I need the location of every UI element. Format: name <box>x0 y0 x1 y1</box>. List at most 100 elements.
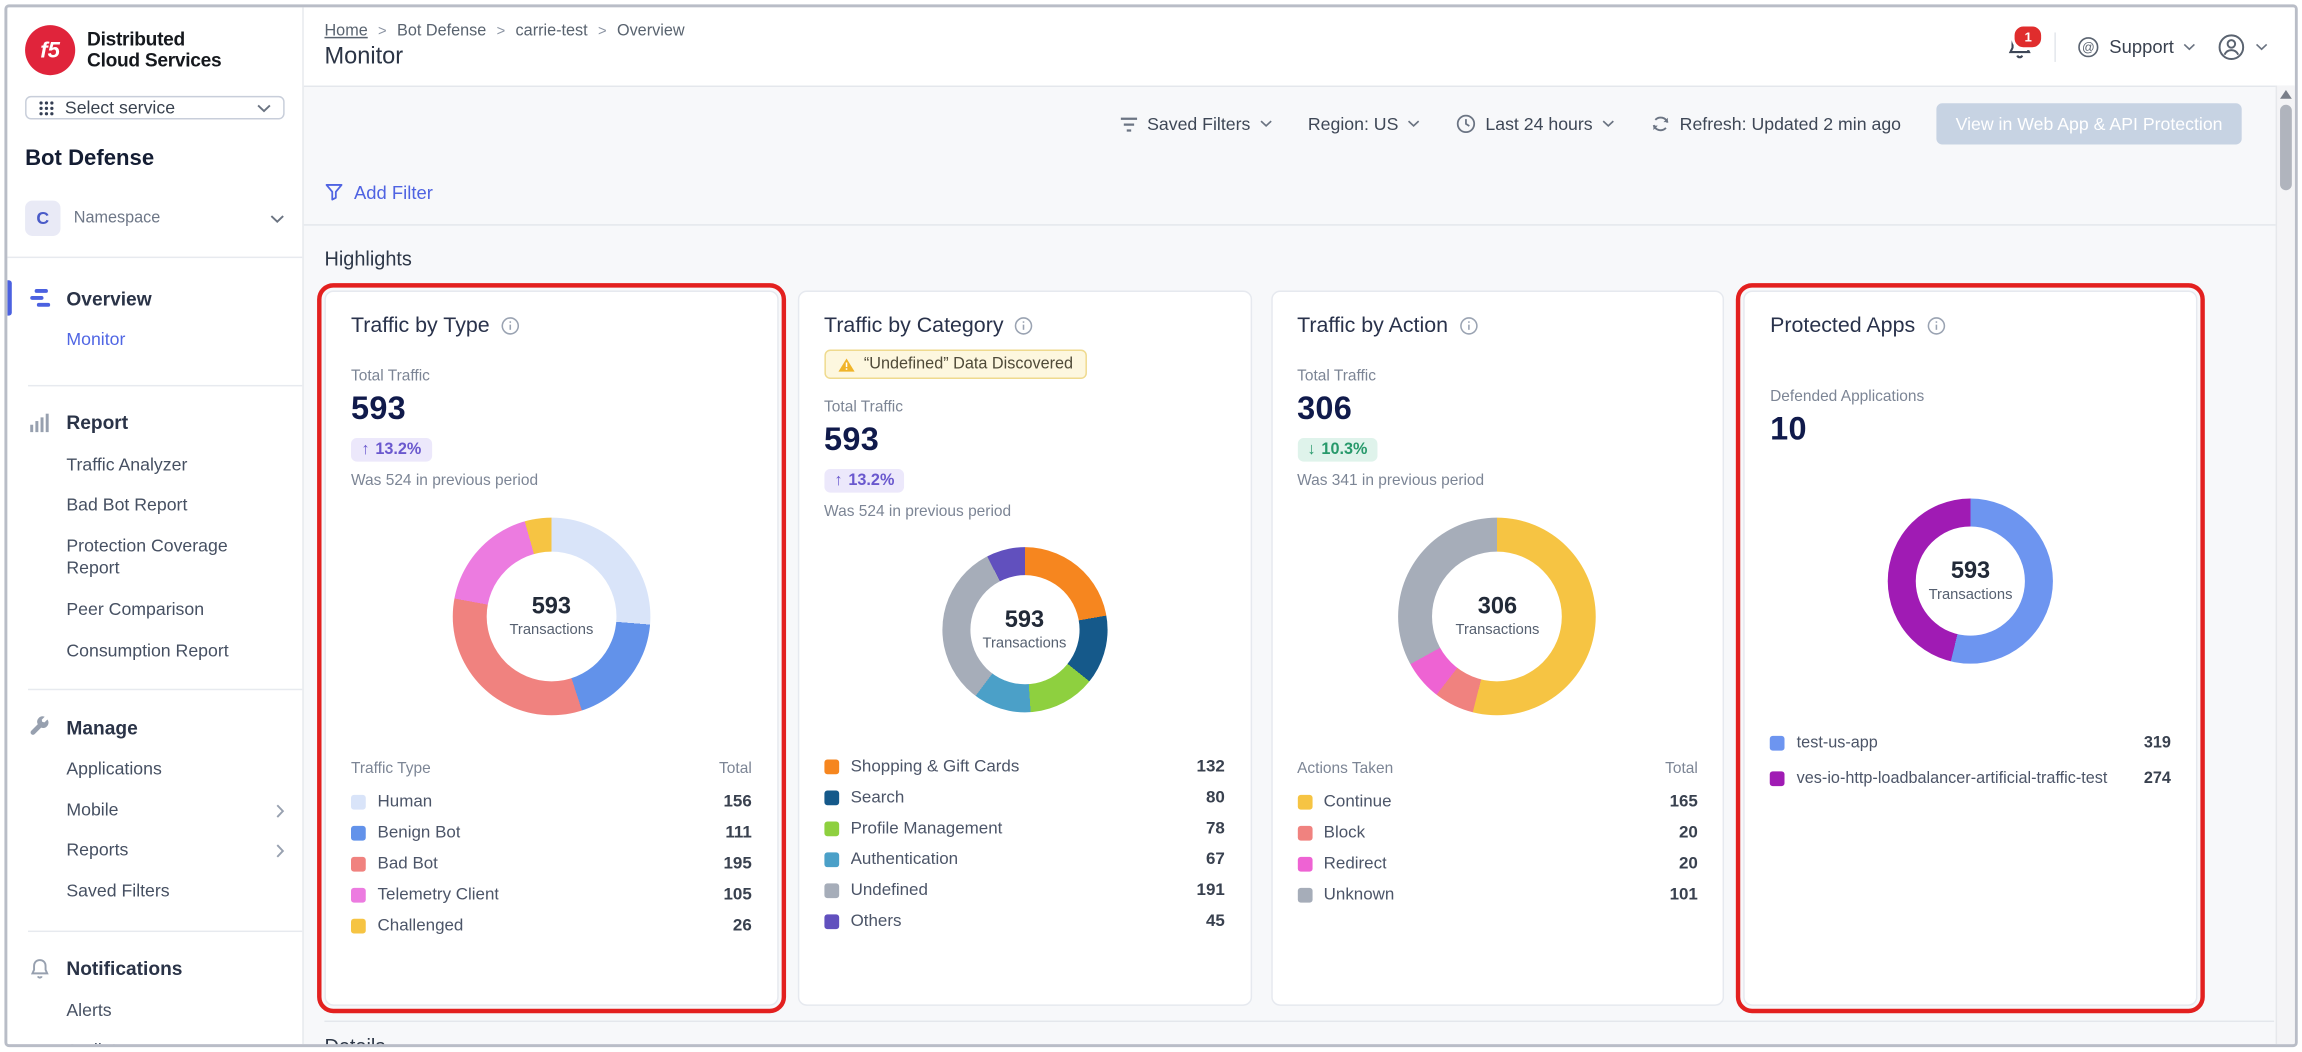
legend-item[interactable]: Challenged26 <box>351 910 752 941</box>
sidebar-item-peer-comparison[interactable]: Peer Comparison <box>7 590 302 631</box>
card-title: Traffic by Category <box>824 314 1003 338</box>
legend-label: Shopping & Gift Cards <box>851 757 1020 775</box>
region-dropdown[interactable]: Region: US <box>1308 114 1421 135</box>
legend-value: 105 <box>723 886 751 904</box>
account-menu[interactable] <box>2217 32 2269 61</box>
arrow-down-icon: ↓ <box>1307 441 1315 459</box>
sidebar-item-traffic-analyzer[interactable]: Traffic Analyzer <box>7 445 302 486</box>
sidebar-item-bad-bot-report[interactable]: Bad Bot Report <box>7 485 302 526</box>
legend-label: Challenged <box>378 917 464 935</box>
scroll-up-arrow[interactable] <box>2280 90 2292 99</box>
legend-item[interactable]: Telemetry Client 105 <box>351 879 752 910</box>
legend-item[interactable]: Profile Management78 <box>824 813 1225 844</box>
legend-item[interactable]: Continue165 <box>1297 786 1698 817</box>
legend-label: Authentication <box>851 850 958 868</box>
card-traffic-by-type: Traffic by Type Total Traffic 593 ↑13.2%… <box>324 291 778 1006</box>
legend-swatch <box>824 759 839 774</box>
sidebar-item-protection-coverage-report[interactable]: Protection Coverage Report <box>7 526 302 590</box>
legend-item[interactable]: Benign Bot111 <box>351 817 752 848</box>
info-icon[interactable] <box>1458 316 1479 337</box>
legend-value: 45 <box>1206 912 1225 930</box>
legend-item[interactable]: Unknown101 <box>1297 879 1698 910</box>
traffic-by-category-donut-chart[interactable]: 593Transactions <box>942 547 1107 712</box>
legend-item[interactable]: Search80 <box>824 782 1225 813</box>
sidebar-subitem-label: Monitor <box>66 329 125 352</box>
legend-item[interactable]: Block20 <box>1297 817 1698 848</box>
sidebar-item-notifications[interactable]: Notifications <box>7 946 302 990</box>
legend-item[interactable]: Others45 <box>824 906 1225 937</box>
undefined-data-warning-badge[interactable]: “Undefined” Data Discovered <box>824 350 1086 379</box>
info-icon[interactable] <box>1925 316 1946 337</box>
sidebar-item-overview[interactable]: Overview <box>7 276 302 320</box>
select-service-dropdown[interactable]: Select service <box>25 96 285 120</box>
arrow-up-icon: ↑ <box>834 472 842 490</box>
sidebar-subitem-label: Alerts <box>66 999 111 1022</box>
legend-label: Human <box>378 793 433 811</box>
delta-value: 13.2% <box>375 441 421 459</box>
legend-swatch <box>1297 887 1312 902</box>
breadcrumb-bot-defense[interactable]: Bot Defense <box>397 22 486 40</box>
sidebar-item-audit-logs[interactable]: Audit Logs <box>7 1031 302 1044</box>
info-icon[interactable] <box>1014 316 1035 337</box>
metric-value: 593 <box>351 389 752 427</box>
legend-label: test-us-app <box>1797 734 1878 752</box>
info-icon[interactable] <box>500 316 521 337</box>
traffic-by-action-donut-chart[interactable]: 306Transactions <box>1399 518 1597 716</box>
chevron-down-icon <box>2255 42 2268 51</box>
breadcrumb-overview[interactable]: Overview <box>617 22 685 40</box>
donut-center-label: Transactions <box>982 636 1066 652</box>
sidebar-item-label: Manage <box>66 716 137 738</box>
legend-label: Benign Bot <box>378 824 461 842</box>
select-service-label: Select service <box>65 97 175 118</box>
legend-item[interactable]: Shopping & Gift Cards132 <box>824 751 1225 782</box>
legend-item[interactable]: test-us-app319 <box>1770 726 2171 761</box>
legend-item[interactable]: Undefined191 <box>824 875 1225 906</box>
sidebar: f5 Distributed Cloud Services Select ser… <box>7 7 303 1044</box>
legend-item[interactable]: Redirect20 <box>1297 848 1698 879</box>
bar-chart-icon <box>28 411 52 435</box>
chevron-down-icon <box>270 213 285 223</box>
legend-value: 67 <box>1206 850 1225 868</box>
time-range-dropdown[interactable]: Last 24 hours <box>1456 114 1615 135</box>
namespace-selector[interactable]: C Namespace <box>7 189 302 258</box>
sidebar-item-manage[interactable]: Manage <box>7 705 302 749</box>
breadcrumb-separator: > <box>378 23 387 39</box>
sidebar-item-saved-filters[interactable]: Saved Filters <box>7 872 302 913</box>
legend-label: Telemetry Client <box>378 886 500 904</box>
support-menu[interactable]: @ Support <box>2077 35 2196 59</box>
product-title: Bot Defense <box>7 119 302 171</box>
sidebar-item-applications[interactable]: Applications <box>7 749 302 790</box>
sidebar-item-report[interactable]: Report <box>7 401 302 445</box>
legend-label: ves-io-http-loadbalancer-artificial-traf… <box>1797 770 2108 788</box>
breadcrumb-namespace[interactable]: carrie-test <box>516 22 588 40</box>
namespace-label: Namespace <box>74 209 161 227</box>
sidebar-item-mobile[interactable]: Mobile <box>7 790 302 831</box>
legend-swatch <box>1297 794 1312 809</box>
saved-filters-dropdown[interactable]: Saved Filters <box>1119 114 1272 135</box>
legend-swatch <box>824 821 839 836</box>
breadcrumb-separator: > <box>497 23 506 39</box>
donut-center-label: Transactions <box>1929 587 2013 603</box>
page-title: Monitor <box>324 44 684 71</box>
scrollbar-thumb[interactable] <box>2280 105 2292 191</box>
sidebar-item-alerts[interactable]: Alerts <box>7 990 302 1031</box>
legend-item[interactable]: ves-io-http-loadbalancer-artificial-traf… <box>1770 761 2171 796</box>
breadcrumb-home[interactable]: Home <box>324 22 367 40</box>
legend-item[interactable]: Authentication 67 <box>824 844 1225 875</box>
view-in-waap-button[interactable]: View in Web App & API Protection <box>1936 103 2241 144</box>
traffic-by-type-donut-chart[interactable]: 593Transactions <box>453 518 651 716</box>
add-filter-button[interactable]: Add Filter <box>324 182 432 203</box>
sidebar-item-monitor[interactable]: Monitor <box>7 320 302 361</box>
legend-item[interactable]: Bad Bot195 <box>351 848 752 879</box>
sidebar-subitem-label: Protection Coverage Report <box>66 535 284 581</box>
metric-label: Defended Applications <box>1770 388 2171 406</box>
protected-apps-donut-chart[interactable]: 593Transactions <box>1888 498 2053 663</box>
wrench-icon <box>28 716 52 740</box>
sidebar-item-consumption-report[interactable]: Consumption Report <box>7 631 302 672</box>
refresh-button[interactable]: Refresh: Updated 2 min ago <box>1650 114 1901 135</box>
vertical-scrollbar[interactable] <box>2276 86 2295 1045</box>
notifications-bell-button[interactable]: 1 <box>2006 32 2034 60</box>
sidebar-item-reports[interactable]: Reports <box>7 831 302 872</box>
legend-swatch <box>824 852 839 867</box>
legend-item[interactable]: Human156 <box>351 786 752 817</box>
